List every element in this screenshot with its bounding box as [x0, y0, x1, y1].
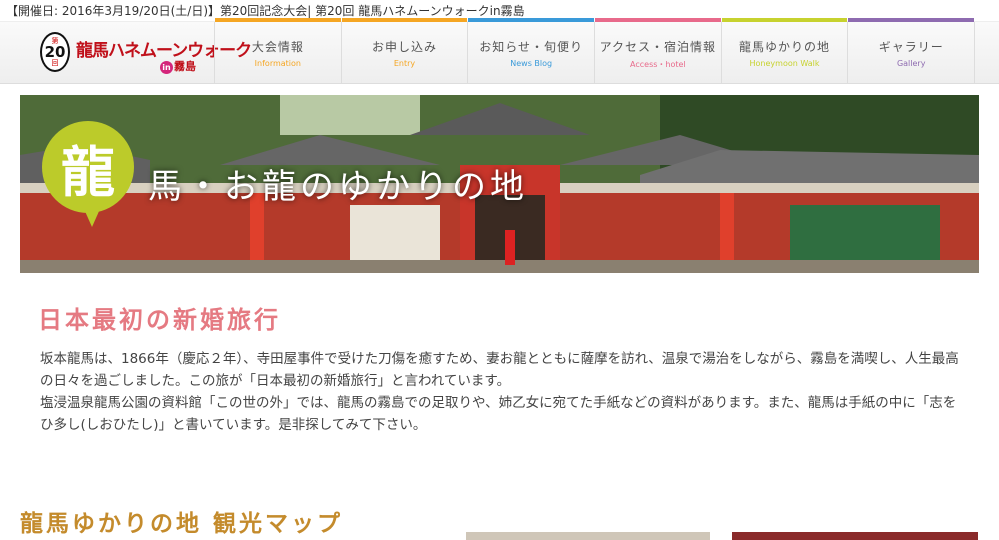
nav-item-gallery[interactable]: ギャラリー Gallery — [848, 18, 976, 84]
nav-sublabel: Honeymoon Walk — [749, 59, 820, 68]
nav-label: 龍馬ゆかりの地 — [739, 40, 831, 54]
section-title: 日本最初の新婚旅行 — [38, 306, 281, 334]
map-thumbnail[interactable] — [732, 532, 978, 540]
badge-number: 20 — [44, 42, 66, 61]
hero-title: 馬・お龍のゆかりの地 — [148, 167, 528, 207]
logo-place: 霧島 — [174, 60, 196, 73]
logo-in-mark: in — [160, 61, 173, 74]
site-header: 第 20 回 龍馬ハネムーンウォーク in 霧島 大会情報 Information… — [0, 18, 999, 84]
map-section-title: 龍馬ゆかりの地 観光マップ — [20, 510, 344, 537]
section-body: 坂本龍馬は、1866年（慶応２年）、寺田屋事件で受けた刀傷を癒すため、妻お龍とと… — [40, 348, 965, 436]
nav-color-bar — [595, 18, 721, 22]
nav-label: アクセス・宿泊情報 — [599, 40, 717, 54]
nav-item-entry[interactable]: お申し込み Entry — [341, 18, 469, 84]
nav-sublabel: Access・hotel — [630, 60, 686, 69]
bubble-tail — [84, 209, 100, 227]
nav-label: お知らせ・旬便り — [479, 40, 584, 54]
nav-color-bar — [215, 18, 341, 22]
nav-label: ギャラリー — [878, 40, 944, 54]
nav-sublabel: Entry — [393, 59, 416, 68]
nav-item-information[interactable]: 大会情報 Information — [214, 18, 342, 84]
nav-label: 大会情報 — [251, 40, 304, 54]
nav-item-news[interactable]: お知らせ・旬便り News Blog — [468, 18, 596, 84]
hero-banner: 龍 馬・お龍のゆかりの地 — [20, 95, 979, 273]
nav-item-honeymoon-walk[interactable]: 龍馬ゆかりの地 Honeymoon Walk — [721, 18, 849, 84]
nav-sublabel: Information — [254, 59, 301, 68]
nav-sublabel: Gallery — [896, 59, 926, 68]
nav-color-bar — [468, 18, 595, 22]
logo-subtitle: in 霧島 — [160, 58, 196, 74]
site-logo[interactable]: 第 20 回 龍馬ハネムーンウォーク in 霧島 — [40, 30, 252, 80]
nav-label: お申し込み — [372, 40, 438, 54]
hero-kanji: 龍 — [61, 139, 115, 204]
map-thumbnail[interactable] — [466, 532, 710, 540]
anniversary-badge: 第 20 回 — [40, 32, 70, 72]
nav-sublabel: News Blog — [510, 59, 553, 68]
event-date-announcement: 【開催日: 2016年3月19/20日(土/日)】第20回記念大会| 第20回 … — [6, 4, 525, 18]
nav-color-bar — [721, 18, 848, 22]
global-nav: 大会情報 Information お申し込み Entry お知らせ・旬便り Ne… — [214, 18, 976, 84]
paragraph: 坂本龍馬は、1866年（慶応２年）、寺田屋事件で受けた刀傷を癒すため、妻お龍とと… — [40, 351, 959, 389]
badge-suffix: 回 — [51, 58, 59, 67]
nav-color-bar — [341, 18, 468, 22]
kanji-bubble: 龍 — [42, 121, 134, 213]
paragraph: 塩浸温泉龍馬公園の資料館「この世の外」では、龍馬の霧島での足取りや、姉乙女に宛て… — [40, 395, 957, 433]
nav-item-access[interactable]: アクセス・宿泊情報 Access・hotel — [595, 18, 722, 84]
nav-color-bar — [848, 18, 975, 22]
